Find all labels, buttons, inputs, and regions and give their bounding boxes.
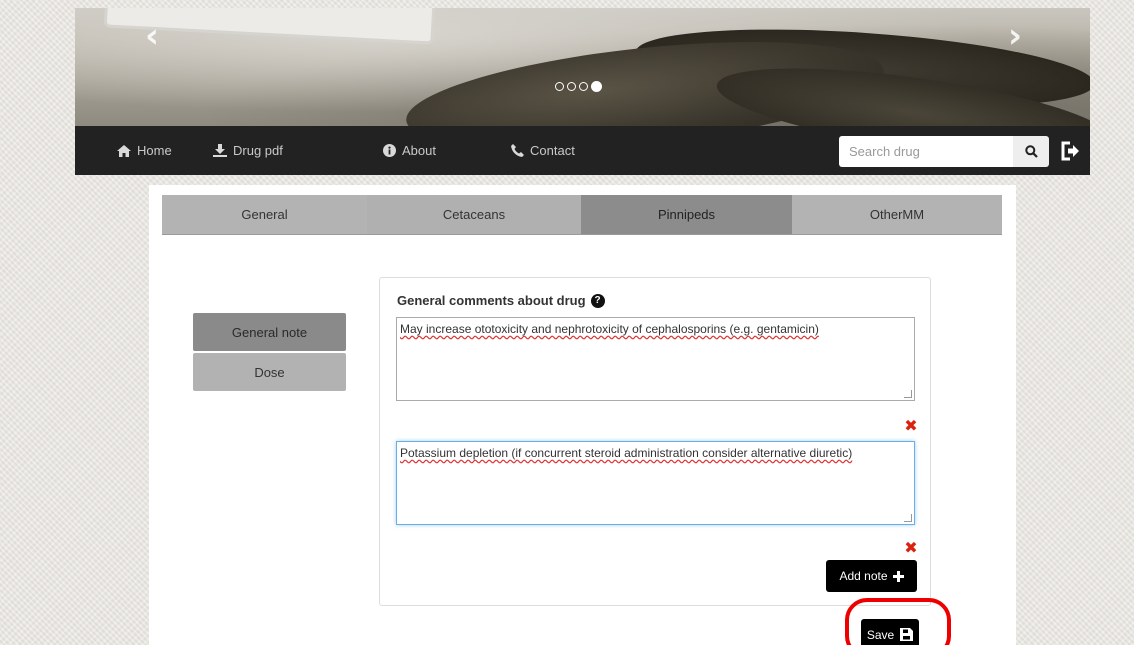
carousel-indicators [555, 81, 602, 92]
nav-contact[interactable]: Contact [511, 126, 575, 175]
note-text: May increase ototoxicity and nephrotoxic… [400, 322, 819, 336]
carousel-dot[interactable] [567, 82, 576, 91]
resize-grip[interactable] [904, 514, 912, 522]
side-menu-general-note[interactable]: General note [193, 313, 346, 351]
nav-about[interactable]: About [383, 126, 436, 175]
hero-carousel: ‹ › [75, 8, 1090, 126]
tab-othermm[interactable]: OtherMM [792, 195, 1002, 235]
plus-icon [892, 570, 904, 582]
save-icon [900, 628, 914, 641]
phone-icon [511, 144, 524, 157]
carousel-dot[interactable] [579, 82, 588, 91]
chevron-right-icon[interactable]: › [1000, 16, 1030, 56]
question-circle-icon[interactable]: ? [590, 293, 605, 308]
nav-drug-pdf-label: Drug pdf [233, 143, 283, 158]
card-title-text: General comments about drug [397, 293, 586, 308]
search-button[interactable] [1013, 136, 1049, 167]
general-comments-card: General comments about drug ? May increa… [379, 277, 931, 606]
chevron-left-icon[interactable]: ‹ [137, 16, 167, 56]
carousel-dot[interactable] [555, 82, 564, 91]
add-note-button[interactable]: Add note [826, 560, 917, 592]
search-input[interactable] [839, 136, 1013, 167]
nav-contact-label: Contact [530, 143, 575, 158]
home-icon [117, 144, 131, 157]
search-icon [1024, 145, 1038, 158]
card-title: General comments about drug ? [397, 293, 605, 308]
save-button[interactable]: Save [861, 619, 919, 645]
note-textarea[interactable]: Potassium depletion (if concurrent stero… [396, 441, 915, 525]
remove-x-icon[interactable]: ✖ [904, 538, 918, 557]
resize-grip[interactable] [904, 390, 912, 398]
info-circle-icon [383, 144, 396, 157]
navbar: Home Drug pdf About Contact [75, 126, 1090, 175]
carousel-dot-active[interactable] [591, 81, 602, 92]
tab-pinnipeds[interactable]: Pinnipeds [581, 195, 792, 235]
nav-home[interactable]: Home [117, 126, 172, 175]
tab-general[interactable]: General [162, 195, 367, 235]
note-textarea[interactable]: May increase ototoxicity and nephrotoxic… [396, 317, 915, 401]
download-icon [213, 144, 227, 157]
species-tabs: General Cetaceans Pinnipeds OtherMM [162, 195, 1002, 235]
add-note-label: Add note [839, 569, 888, 583]
nav-about-label: About [402, 143, 436, 158]
content-panel: General Cetaceans Pinnipeds OtherMM Gene… [149, 185, 1016, 645]
tab-cetaceans[interactable]: Cetaceans [367, 195, 581, 235]
remove-x-icon[interactable]: ✖ [904, 416, 918, 435]
save-label: Save [866, 627, 895, 642]
side-menu-dose[interactable]: Dose [193, 353, 346, 391]
nav-drug-pdf[interactable]: Drug pdf [213, 126, 283, 175]
logout-button[interactable] [1059, 138, 1081, 164]
nav-home-label: Home [137, 143, 172, 158]
sign-out-icon [1061, 141, 1079, 161]
note-text: Potassium depletion (if concurrent stero… [400, 446, 853, 460]
